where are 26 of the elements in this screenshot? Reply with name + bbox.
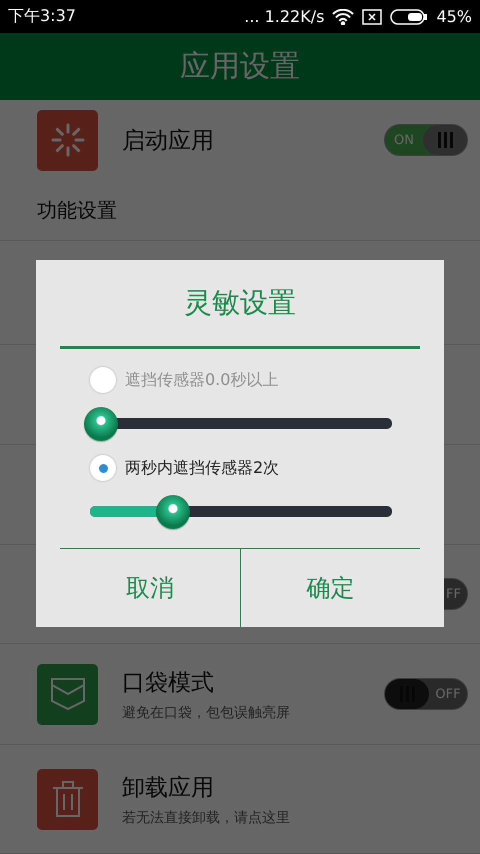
app-title: 应用设置: [180, 48, 300, 86]
row-title: 启动应用: [122, 126, 215, 156]
dialog-button[interactable]: 确定: [240, 549, 420, 627]
slider-thumb[interactable]: [156, 495, 190, 529]
settings-row[interactable]: 卸载应用 若无法直接卸载，请点这里: [0, 745, 480, 854]
pocket-icon: [50, 677, 86, 711]
dialog-title: 灵敏设置: [60, 260, 420, 349]
no-sim-icon: [362, 8, 382, 24]
row-title: 卸载应用: [122, 774, 215, 802]
toggle-switch[interactable]: ON: [384, 124, 468, 156]
row-title: 口袋模式: [122, 668, 215, 698]
option-label: 遮挡传感器0.0秒以上: [125, 370, 278, 390]
spinner-icon: [50, 122, 86, 158]
row-subtitle: 若无法直接卸载，请点这里: [122, 808, 291, 826]
battery-icon: [390, 8, 428, 24]
row-subtitle: 避免在口袋，包包误触亮屏: [122, 704, 291, 722]
section-header: 功能设置: [37, 196, 117, 224]
battery-level: 45%: [436, 7, 472, 26]
option-label: 两秒内遮挡传感器2次: [125, 458, 280, 478]
trash-icon: [52, 780, 84, 818]
clock: 下午3:37: [8, 6, 76, 27]
radio-button[interactable]: [90, 455, 116, 481]
wifi-icon: [332, 8, 354, 24]
network-speed: ... 1.22K/s: [244, 7, 324, 26]
dialog-button[interactable]: 取消: [60, 549, 240, 627]
slider-track[interactable]: [84, 406, 392, 442]
